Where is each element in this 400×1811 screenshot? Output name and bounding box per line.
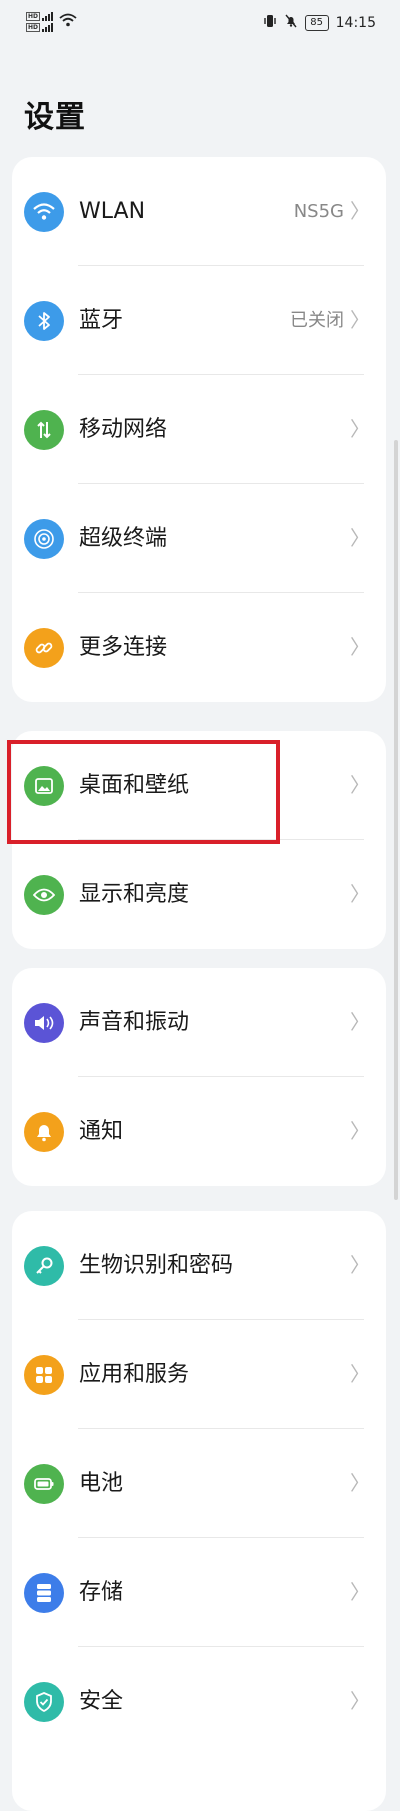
clock: 14:15 — [335, 15, 376, 31]
chevron-right-icon: 〉 — [350, 526, 370, 550]
settings-group-system: 生物识别和密码 〉 应用和服务 〉 电池 〉 存储 〉 安全 〉 — [12, 1211, 386, 1811]
settings-item-label: 电池 — [79, 1471, 124, 1496]
chevron-right-icon: 〉 — [350, 882, 370, 906]
settings-item-value: 已关闭 — [290, 310, 344, 331]
chevron-right-icon: 〉 — [350, 1689, 370, 1713]
status-bar: HD HD 85 14:15 — [0, 0, 400, 52]
settings-item-label: 生物识别和密码 — [79, 1253, 234, 1278]
apps-icon — [24, 1355, 64, 1395]
settings-item-super-device[interactable]: 超级终端 〉 — [12, 484, 386, 593]
settings-item-home-wallpaper[interactable]: 桌面和壁纸 〉 — [12, 731, 386, 840]
settings-item-mobile-network[interactable]: 移动网络 〉 — [12, 375, 386, 484]
super-device-icon — [24, 519, 64, 559]
chevron-right-icon: 〉 — [350, 199, 370, 223]
vibrate-icon — [263, 14, 277, 32]
storage-icon — [24, 1573, 64, 1613]
chevron-right-icon: 〉 — [350, 1580, 370, 1604]
mobile-network-icon — [24, 410, 64, 450]
settings-item-notifications[interactable]: 通知 〉 — [12, 1077, 386, 1186]
settings-item-label: 超级终端 — [79, 526, 168, 551]
chevron-right-icon: 〉 — [350, 1362, 370, 1386]
settings-item-apps-services[interactable]: 应用和服务 〉 — [12, 1320, 386, 1429]
scrollbar[interactable] — [394, 440, 398, 1200]
settings-item-wlan[interactable]: WLAN NS5G 〉 — [12, 157, 386, 266]
settings-item-security[interactable]: 安全 〉 — [12, 1647, 386, 1756]
settings-item-sound-vibration[interactable]: 声音和振动 〉 — [12, 968, 386, 1077]
page-title: 设置 — [24, 100, 86, 135]
settings-item-label: 更多连接 — [79, 635, 168, 660]
settings-item-label: 桌面和壁纸 — [79, 773, 190, 798]
sim1-hd-tag: HD — [26, 12, 41, 21]
security-icon — [24, 1682, 64, 1722]
sim2-hd-tag: HD — [26, 23, 41, 32]
bluetooth-icon — [24, 301, 64, 341]
signal-icon — [42, 23, 54, 32]
settings-item-bluetooth[interactable]: 蓝牙 已关闭 〉 — [12, 266, 386, 375]
settings-item-display-brightness[interactable]: 显示和亮度 〉 — [12, 840, 386, 949]
battery-level: 85 — [304, 15, 329, 31]
chevron-right-icon: 〉 — [350, 308, 370, 332]
wifi-icon — [24, 192, 64, 232]
chevron-right-icon: 〉 — [350, 1119, 370, 1143]
chevron-right-icon: 〉 — [350, 1010, 370, 1034]
settings-item-more-connections[interactable]: 更多连接 〉 — [12, 593, 386, 702]
mute-icon — [284, 14, 298, 32]
wifi-status-icon — [59, 13, 77, 31]
settings-item-label: 显示和亮度 — [79, 882, 190, 907]
chevron-right-icon: 〉 — [350, 417, 370, 441]
sim-indicators: HD HD — [26, 12, 54, 32]
settings-item-storage[interactable]: 存储 〉 — [12, 1538, 386, 1647]
settings-item-label: WLAN — [79, 199, 146, 224]
status-bar-right: 85 14:15 — [263, 14, 376, 32]
sound-icon — [24, 1003, 64, 1043]
settings-item-label: 应用和服务 — [79, 1362, 190, 1387]
settings-item-label: 通知 — [79, 1119, 124, 1144]
key-icon — [24, 1246, 64, 1286]
display-icon — [24, 875, 64, 915]
settings-group-display: 桌面和壁纸 〉 显示和亮度 〉 — [12, 731, 386, 949]
settings-item-value: NS5G — [293, 201, 344, 222]
wallpaper-icon — [24, 766, 64, 806]
signal-icon — [42, 12, 54, 21]
status-bar-left: HD HD — [26, 12, 77, 32]
settings-item-label: 声音和振动 — [79, 1010, 190, 1035]
settings-item-label: 安全 — [79, 1689, 124, 1714]
chevron-right-icon: 〉 — [350, 773, 370, 797]
settings-group-sound: 声音和振动 〉 通知 〉 — [12, 968, 386, 1186]
settings-group-connectivity: WLAN NS5G 〉 蓝牙 已关闭 〉 移动网络 〉 超级终端 〉 更多连接 … — [12, 157, 386, 702]
settings-item-label: 蓝牙 — [79, 308, 124, 333]
settings-item-label: 移动网络 — [79, 417, 168, 442]
chevron-right-icon: 〉 — [350, 1253, 370, 1277]
settings-item-battery[interactable]: 电池 〉 — [12, 1429, 386, 1538]
link-icon — [24, 628, 64, 668]
settings-item-label: 存储 — [79, 1580, 124, 1605]
battery-icon — [24, 1464, 64, 1504]
settings-item-biometrics-password[interactable]: 生物识别和密码 〉 — [12, 1211, 386, 1320]
notification-icon — [24, 1112, 64, 1152]
chevron-right-icon: 〉 — [350, 635, 370, 659]
chevron-right-icon: 〉 — [350, 1471, 370, 1495]
